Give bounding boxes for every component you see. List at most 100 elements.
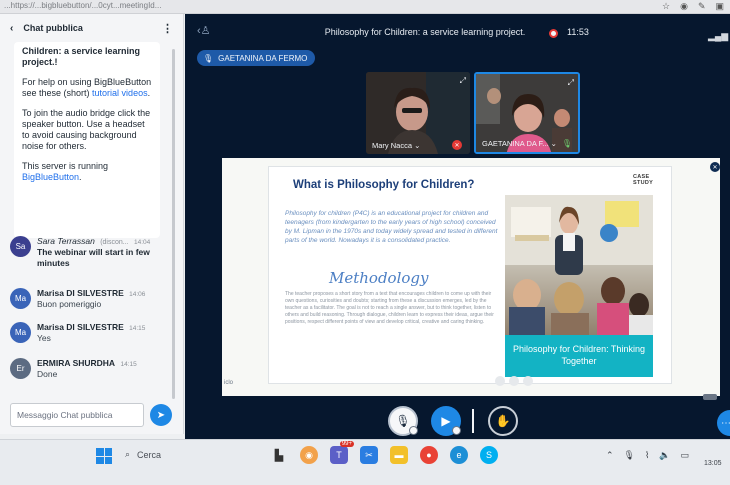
hand-icon: ✋: [495, 414, 511, 428]
slide-dot[interactable]: [509, 376, 519, 386]
avatar: Ma: [10, 322, 31, 343]
next-slide-button[interactable]: [523, 376, 533, 386]
welcome-server: This server is running BigBlueButton.: [22, 161, 152, 183]
slide-logo: iclo: [224, 380, 234, 386]
chat-message: Ma Marisa DI SILVESTRE 14:15 Yes: [10, 322, 168, 352]
camera-icon: ▶: [441, 414, 451, 428]
audio-options-badge[interactable]: [409, 426, 418, 435]
sender-name: Marisa DI SILVESTRE: [37, 322, 124, 332]
wifi-icon[interactable]: ⌇: [645, 450, 649, 461]
control-bar: 🎙 ▶ ✋: [185, 406, 730, 439]
message-meta: ERMIRA SHURDHA 14:15: [37, 358, 137, 368]
options-icon: ⋯: [721, 417, 730, 429]
firefox-icon[interactable]: ◉: [300, 446, 318, 464]
bbb-link[interactable]: BigBlueButton: [22, 172, 79, 182]
expand-icon[interactable]: ⤢: [568, 78, 574, 88]
sender-name: Sara Terrassan: [37, 236, 95, 246]
search-icon: ⌕: [125, 449, 131, 459]
teams-icon[interactable]: T 99+: [330, 441, 354, 464]
video-tile[interactable]: GAETANINA DA F... ⌄ 🎙 ⤢: [474, 72, 580, 154]
chat-header: ‹ Chat pubblica ⋮: [0, 14, 183, 42]
close-icon[interactable]: ✕: [710, 162, 720, 172]
raise-hand-button[interactable]: ✋: [488, 406, 518, 436]
pencil-icon[interactable]: ✎: [698, 1, 706, 12]
message-text: Yes: [37, 333, 51, 343]
slide-heading: What is Philosophy for Children?: [293, 179, 475, 191]
chat-message: Ma Marisa DI SILVESTRE 14:06 Buon pomeri…: [10, 288, 168, 318]
record-icon[interactable]: [549, 29, 558, 38]
task-view-icon[interactable]: ▙: [270, 446, 288, 464]
search-label: Cerca: [137, 449, 162, 460]
welcome-help: For help on using BigBlueButton see thes…: [22, 77, 152, 99]
recording-time: 11:53: [567, 27, 589, 37]
slide-navigation: [495, 376, 533, 386]
divider: [472, 409, 474, 433]
slide-tag: CASE STUDY: [633, 174, 654, 186]
taskbar-search[interactable]: ⌕ Cerca: [125, 449, 161, 460]
meeting-title: Philosophy for Children: a service learn…: [324, 27, 526, 37]
talking-indicator: 🎙 GAETANINA DA FERMO: [197, 50, 316, 66]
snip-icon[interactable]: ✂: [360, 446, 378, 464]
chat-panel: ‹ Chat pubblica ⋮ Children: a service le…: [0, 14, 184, 434]
folder-icon[interactable]: ▬: [390, 446, 408, 464]
clock[interactable]: 13:05: [704, 460, 722, 467]
message-text: Done: [37, 369, 58, 379]
welcome-message: Children: a service learning project.! F…: [14, 42, 160, 238]
chat-title: Chat pubblica: [23, 23, 83, 33]
welcome-audio: To join the audio bridge click the speak…: [22, 108, 151, 151]
avatar: Er: [10, 358, 31, 379]
message-text: Buon pomeriggio: [37, 299, 102, 309]
microphone-tray-icon[interactable]: 🎙: [624, 450, 635, 461]
star-icon[interactable]: ☆: [662, 1, 670, 12]
sender-status: (discon...: [100, 239, 129, 246]
notification-badge: 99+: [339, 441, 354, 447]
presentation-area[interactable]: CASE STUDY What is Philosophy for Childr…: [222, 158, 720, 396]
system-tray: ⌃ 🎙 ⌇ 🔈 ▭: [606, 450, 689, 461]
slide-subheading: Methodology: [329, 269, 429, 287]
chat-scrollbar[interactable]: [172, 49, 175, 399]
participant-label: Mary Nacca: [372, 141, 413, 150]
url-bar[interactable]: ...https://...bigbluebutton/...0cyt...me…: [4, 1, 161, 10]
help-suffix: .: [147, 88, 151, 98]
browser-toolbar: ...https://...bigbluebutton/...0cyt...me…: [0, 0, 730, 14]
edge-icon[interactable]: e: [450, 446, 468, 464]
camera-options-badge[interactable]: [452, 426, 461, 435]
skype-icon[interactable]: S: [480, 446, 498, 464]
taskbar: ⌕ Cerca ▙ ◉ T 99+ ✂ ▬ ● e S ⌃ 🎙 ⌇ 🔈 ▭ 13:…: [0, 439, 730, 485]
participant-name: Mary Nacca ⌄: [372, 141, 421, 150]
message-meta: Sara Terrassan (discon... 14:04: [37, 236, 150, 246]
tutorial-link[interactable]: tutorial videos: [92, 88, 148, 98]
participant-label: GAETANINA DA F...: [482, 139, 549, 148]
puzzle-icon[interactable]: ▣: [715, 1, 724, 12]
extension-icon[interactable]: ◉: [680, 1, 688, 12]
battery-icon[interactable]: ▭: [681, 450, 690, 461]
microphone-off-icon: 🎙: [395, 414, 411, 428]
expand-icon[interactable]: ⤢: [460, 76, 466, 86]
mic-muted-icon: ✕: [452, 140, 462, 150]
chrome-icon[interactable]: ●: [420, 446, 438, 464]
more-options-icon[interactable]: ⋮: [162, 22, 173, 35]
microphone-icon: 🎙: [203, 53, 214, 63]
video-tile[interactable]: Mary Nacca ⌄ ✕ ⤢: [366, 72, 470, 154]
server-text: This server is running: [22, 161, 109, 171]
chat-message-input[interactable]: Messaggio Chat pubblica: [10, 403, 144, 427]
slide-body: The teacher proposes a short story from …: [285, 291, 494, 325]
welcome-title: Children: a service learning project.!: [22, 46, 141, 67]
chat-message: Er ERMIRA SHURDHA 14:15 Done: [10, 358, 168, 388]
previous-slide-button[interactable]: [495, 376, 505, 386]
message-time: 14:04: [133, 239, 151, 246]
message-meta: Marisa DI SILVESTRE 14:15: [37, 322, 145, 332]
avatar: Sa: [10, 236, 31, 257]
volume-icon[interactable]: 🔈: [659, 450, 670, 461]
message-time: 14:15: [129, 325, 146, 332]
chevron-up-icon[interactable]: ⌃: [606, 450, 614, 461]
send-button[interactable]: ➤: [150, 404, 172, 426]
server-suffix: .: [79, 172, 82, 182]
zoom-control[interactable]: [703, 394, 717, 400]
connection-status-icon[interactable]: ▂▄▆: [708, 31, 728, 42]
sender-name: ERMIRA SHURDHA: [37, 358, 116, 368]
chevron-left-icon[interactable]: ‹: [10, 23, 13, 34]
windows-start-icon[interactable]: [96, 448, 112, 464]
message-time: 14:15: [120, 361, 137, 368]
send-icon: ➤: [156, 409, 166, 421]
